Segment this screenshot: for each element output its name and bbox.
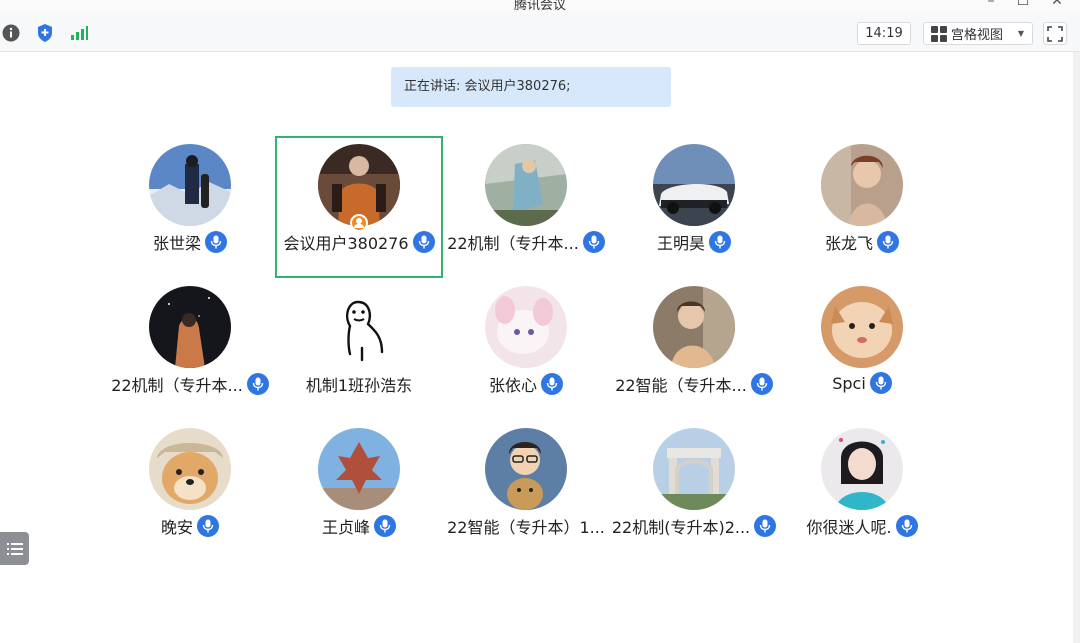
- microphone-icon[interactable]: [197, 515, 219, 537]
- avatar: [485, 286, 567, 368]
- participant-label: 你很迷人呢.: [766, 514, 958, 538]
- speaking-banner: 正在讲话: 会议用户380276;: [391, 67, 671, 107]
- microphone-icon[interactable]: [877, 231, 899, 253]
- participant-label: 王贞峰: [263, 514, 455, 538]
- view-mode-button[interactable]: 宫格视图 ▼: [923, 22, 1033, 45]
- participant-tile[interactable]: 22智能（专升本...: [610, 278, 778, 420]
- microphone-icon[interactable]: [709, 231, 731, 253]
- participant-tile[interactable]: 张龙飞: [778, 136, 946, 278]
- minimize-icon[interactable]: –: [982, 0, 1000, 9]
- participant-label: Spci: [766, 372, 958, 394]
- avatar: [485, 428, 567, 510]
- microphone-icon[interactable]: [895, 515, 918, 537]
- participant-name: 机制1班孙浩东: [305, 376, 413, 395]
- participant-name: 晚安: [160, 518, 193, 537]
- participant-label: 22智能（专升本）1...: [430, 514, 622, 538]
- avatar: [821, 144, 903, 226]
- participant-name: 王明昊: [656, 234, 705, 253]
- view-mode-label: 宫格视图: [951, 28, 1004, 43]
- member-list-button[interactable]: [0, 532, 29, 565]
- avatar: [821, 286, 903, 368]
- participant-name: Spci: [832, 373, 866, 393]
- participant-tile[interactable]: 王贞峰: [275, 420, 443, 562]
- fullscreen-button[interactable]: [1043, 22, 1067, 45]
- participant-name: 张依心: [488, 376, 537, 395]
- title-bar: 腾讯会议 – ☐ ✕: [0, 0, 1080, 14]
- maximize-icon[interactable]: ☐: [1014, 0, 1032, 9]
- participant-label: 22智能（专升本...: [598, 372, 790, 396]
- avatar: [149, 286, 231, 368]
- participant-tile[interactable]: 机制1班孙浩东: [275, 278, 443, 420]
- participant-label: 22机制(专升本)2...: [598, 514, 790, 538]
- window-title: 腾讯会议: [513, 0, 566, 13]
- close-icon[interactable]: ✕: [1048, 0, 1066, 9]
- participant-name: 22智能（专升本）1...: [447, 518, 605, 537]
- participant-name: 22机制（专升本...: [447, 234, 579, 253]
- participant-tile[interactable]: 张世梁: [106, 136, 274, 278]
- info-icon[interactable]: [0, 22, 22, 44]
- avatar: [821, 428, 903, 510]
- participant-name: 王贞峰: [321, 518, 370, 537]
- participant-tile[interactable]: 22机制（专升本...: [106, 278, 274, 420]
- participant-label: 晚安: [94, 514, 286, 538]
- avatar: [653, 144, 735, 226]
- participant-label: 机制1班孙浩东: [263, 372, 455, 396]
- participant-name: 张世梁: [152, 234, 201, 253]
- avatar: [149, 144, 231, 226]
- participant-label: 张依心: [430, 372, 622, 396]
- avatar: [149, 428, 231, 510]
- participant-label: 张世梁: [94, 230, 286, 254]
- microphone-icon[interactable]: [869, 372, 892, 394]
- microphone-icon[interactable]: [205, 231, 227, 253]
- avatar: [485, 144, 567, 226]
- participant-name: 你很迷人呢.: [806, 518, 892, 537]
- participant-label: 张龙飞: [766, 230, 958, 254]
- participant-tile[interactable]: Spci: [778, 278, 946, 420]
- meeting-window: 腾讯会议 – ☐ ✕ 14:19 宫格视图 ▼ 正在讲话: 会议用户380276…: [0, 0, 1080, 643]
- participant-label: 22机制（专升本...: [430, 230, 622, 254]
- participant-name: 22机制（专升本...: [111, 376, 243, 395]
- participant-tile[interactable]: 22机制（专升本...: [442, 136, 610, 278]
- signal-icon[interactable]: [68, 22, 90, 44]
- participant-name: 张龙飞: [824, 234, 873, 253]
- microphone-icon[interactable]: [374, 515, 396, 537]
- participant-tile[interactable]: 你很迷人呢.: [778, 420, 946, 562]
- meeting-toolbar: 14:19 宫格视图 ▼: [0, 14, 1080, 52]
- participant-label: 王明昊: [598, 230, 790, 254]
- avatar: [318, 286, 400, 368]
- window-edge: [1073, 52, 1080, 643]
- participant-name: 会议用户380276: [283, 234, 409, 253]
- chevron-down-icon: ▼: [1017, 29, 1024, 38]
- microphone-icon[interactable]: [541, 373, 563, 395]
- participant-tile[interactable]: 22智能（专升本）1...: [442, 420, 610, 562]
- participant-tile[interactable]: 晚安: [106, 420, 274, 562]
- participant-name: 22机制(专升本)2...: [611, 518, 751, 537]
- avatar: [653, 286, 735, 368]
- grid-view-icon: [931, 25, 947, 42]
- participant-label: 会议用户380276: [265, 230, 453, 254]
- participant-label: 22机制（专升本...: [94, 372, 286, 396]
- participant-tile[interactable]: 王明昊: [610, 136, 778, 278]
- avatar: [318, 428, 400, 510]
- meeting-clock: 14:19: [857, 22, 911, 45]
- list-icon: [6, 542, 23, 555]
- participant-tile[interactable]: 22机制(专升本)2...: [610, 420, 778, 562]
- participant-tile[interactable]: 张依心: [442, 278, 610, 420]
- fullscreen-icon: [1047, 25, 1063, 42]
- shield-icon[interactable]: [34, 22, 56, 44]
- avatar: [653, 428, 735, 510]
- participant-tile-active[interactable]: 会议用户380276: [275, 136, 443, 278]
- participant-name: 22智能（专升本...: [615, 376, 747, 395]
